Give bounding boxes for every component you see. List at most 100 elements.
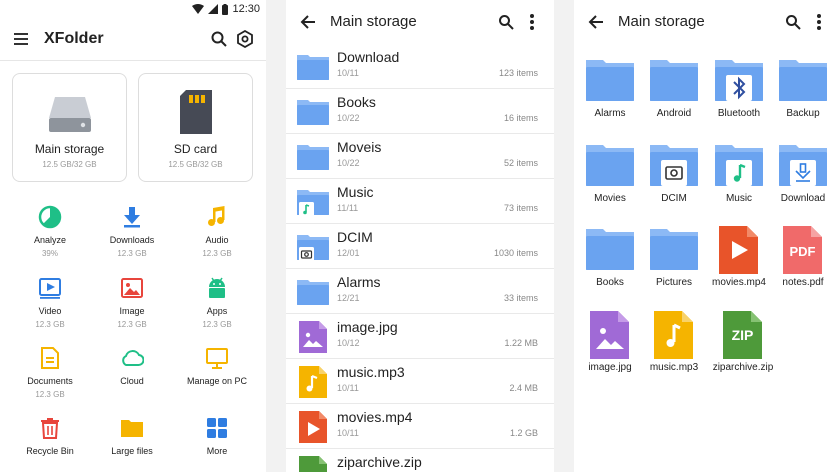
analyze-icon: [38, 205, 62, 229]
search-icon[interactable]: [498, 14, 514, 30]
pdf-file-icon: PDF: [783, 226, 822, 274]
signal-icon: [208, 4, 219, 14]
item-meta: 123 items: [498, 68, 538, 78]
hard-drive-icon: [48, 97, 91, 132]
grid-label: Analyze: [33, 235, 67, 245]
grid-tile[interactable]: PDF notes.pdf: [771, 226, 835, 306]
item-name: music.mp3: [337, 364, 405, 380]
grid-sub: 39%: [41, 249, 58, 258]
settings-icon[interactable]: [236, 30, 254, 48]
image-icon: [121, 278, 143, 298]
grid-tile[interactable]: Backup: [771, 57, 835, 137]
list-item[interactable]: Books 10/22 16 items: [286, 89, 554, 134]
image-file-icon: [299, 321, 327, 353]
audio-file-icon: [654, 311, 693, 359]
grid-documents[interactable]: Documents 12.3 GB: [6, 346, 94, 412]
back-arrow-icon[interactable]: [588, 14, 604, 30]
list-view-screen: Main storage Download 10/11 123 items Bo…: [286, 0, 554, 472]
item-date: 10/22: [337, 113, 360, 123]
item-date: 12/01: [337, 248, 360, 258]
grid-tile[interactable]: Bluetooth: [707, 57, 771, 137]
grid-sub: 12.3 GB: [117, 320, 147, 329]
grid-recycle-bin[interactable]: Recycle Bin: [6, 416, 94, 472]
grid-cloud[interactable]: Cloud: [88, 346, 176, 412]
list-item[interactable]: DCIM 12/01 1030 items: [286, 224, 554, 269]
image-file-icon: [590, 311, 629, 359]
sd-card-icon: [179, 90, 212, 134]
wifi-icon: [192, 4, 205, 14]
grid-tile[interactable]: ZIP ziparchive.zip: [711, 311, 775, 391]
menu-icon[interactable]: [14, 33, 28, 45]
cloud-icon: [122, 350, 144, 366]
grid-tile[interactable]: image.jpg: [578, 311, 642, 391]
folder-icon: [650, 60, 698, 101]
folder-icon: [121, 420, 143, 437]
tile-label: music.mp3: [649, 362, 699, 373]
search-icon[interactable]: [210, 30, 228, 48]
grid-video[interactable]: Video 12.3 GB: [6, 276, 94, 342]
grid-more[interactable]: More: [173, 416, 261, 472]
grid-tile[interactable]: Pictures: [642, 226, 706, 306]
list-item[interactable]: Music 11/11 73 items: [286, 179, 554, 224]
more-vert-icon[interactable]: [816, 13, 822, 31]
grid-tile[interactable]: Movies: [578, 142, 642, 222]
grid-tile[interactable]: movies.mp4: [707, 226, 771, 306]
folder-icon: [586, 145, 634, 186]
grid-image[interactable]: Image 12.3 GB: [88, 276, 176, 342]
tile-label: Download: [780, 193, 826, 204]
document-icon: [41, 347, 59, 369]
storage-card-usage: 12.5 GB/32 GB: [42, 160, 97, 169]
folder-icon: [297, 145, 329, 170]
music-folder-icon: [297, 190, 329, 217]
grid-tile[interactable]: Music: [707, 142, 771, 222]
grid-tile[interactable]: DCIM: [642, 142, 706, 222]
item-date: 10/12: [337, 338, 360, 348]
list-item[interactable]: image.jpg 10/12 1.22 MB: [286, 314, 554, 359]
zip-file-icon: ZIP: [723, 311, 762, 359]
grid-audio[interactable]: Audio 12.3 GB: [173, 205, 261, 271]
main-storage-card[interactable]: Main storage 12.5 GB/32 GB: [12, 73, 127, 182]
folder-icon: [586, 60, 634, 101]
item-date: 10/11: [337, 383, 359, 393]
search-icon[interactable]: [785, 14, 801, 30]
list-item[interactable]: music.mp3 10/11 2.4 MB: [286, 359, 554, 404]
item-name: movies.mp4: [337, 409, 413, 425]
list-item[interactable]: Moveis 10/22 52 items: [286, 134, 554, 179]
grid-label: Recycle Bin: [26, 446, 74, 456]
grid-large-files[interactable]: Large files: [88, 416, 176, 472]
item-name: Alarms: [337, 274, 381, 290]
video-icon: [39, 278, 61, 299]
grid-tile[interactable]: Books: [578, 226, 642, 306]
app-bar: XFolder: [0, 24, 266, 56]
grid-sub: 12.3 GB: [35, 390, 65, 399]
grid-manage-on-pc[interactable]: Manage on PC: [173, 346, 261, 412]
item-name: Music: [337, 184, 374, 200]
audio-file-icon: [299, 366, 327, 398]
video-file-icon: [719, 226, 758, 274]
item-date: 10/22: [337, 158, 360, 168]
grid-tile[interactable]: Alarms: [578, 57, 642, 137]
item-date: 12/21: [337, 293, 360, 303]
item-meta: 2.4 MB: [509, 383, 538, 393]
grid-downloads[interactable]: Downloads 12.3 GB: [88, 205, 176, 271]
grid-apps[interactable]: Apps 12.3 GB: [173, 276, 261, 342]
list-item[interactable]: Alarms 12/21 33 items: [286, 269, 554, 314]
camera-folder-icon: [297, 235, 329, 262]
back-arrow-icon[interactable]: [300, 14, 316, 30]
more-vert-icon[interactable]: [529, 13, 535, 31]
grid-sub: 12.3 GB: [35, 320, 65, 329]
sd-card-card[interactable]: SD card 12.5 GB/32 GB: [138, 73, 253, 182]
status-time: 12:30: [232, 3, 260, 15]
folder-icon: [650, 229, 698, 270]
grid-tile[interactable]: Download: [771, 142, 835, 222]
grid-tile[interactable]: Android: [642, 57, 706, 137]
grid-analyze[interactable]: Analyze 39%: [6, 205, 94, 271]
page-title: Main storage: [618, 13, 705, 30]
camera-folder-icon: [650, 145, 698, 186]
grid-sub: 12.3 GB: [202, 249, 232, 258]
list-item[interactable]: movies.mp4 10/11 1.2 GB: [286, 404, 554, 449]
grid-tile[interactable]: music.mp3: [642, 311, 706, 391]
list-item[interactable]: Download 10/11 123 items: [286, 44, 554, 89]
list-item[interactable]: ziparchive.zip: [286, 449, 554, 472]
folder-icon: [297, 100, 329, 125]
